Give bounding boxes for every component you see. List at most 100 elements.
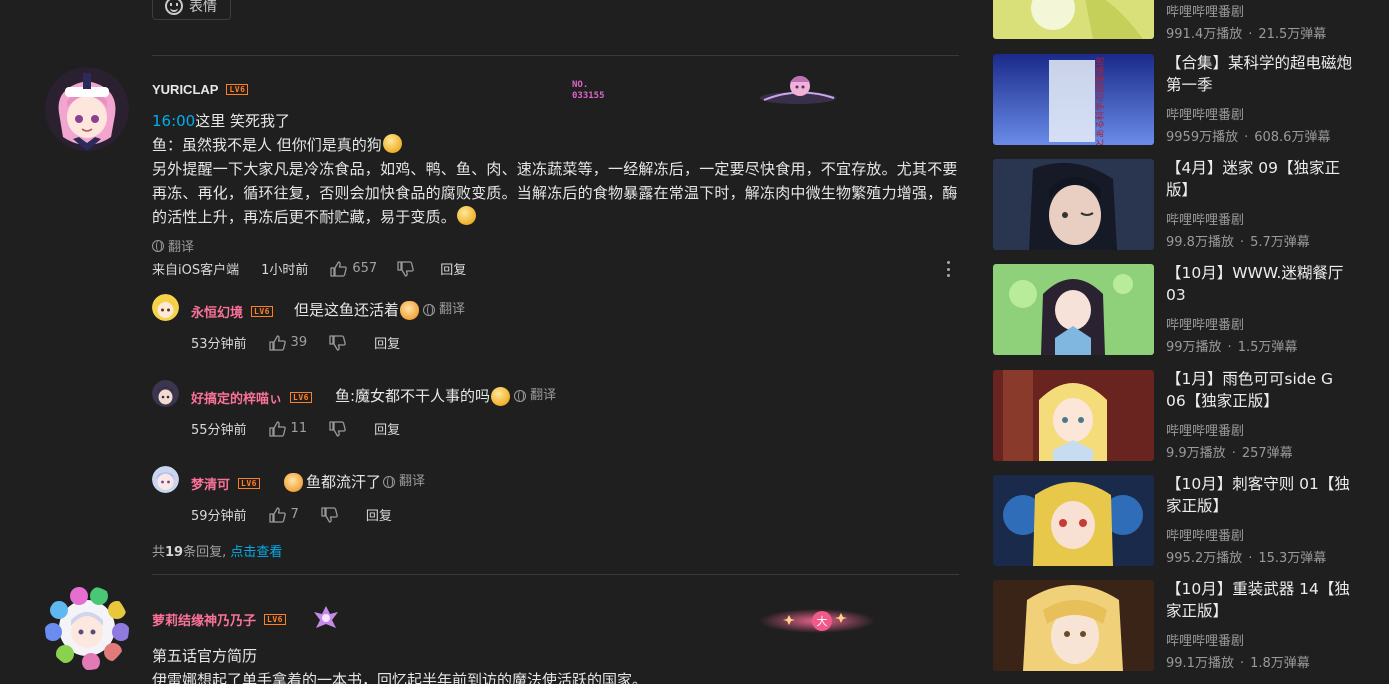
comment-meta: 来自iOS客户端 1小时前 657 回复: [152, 259, 466, 278]
fan-card-number: NO. 033155: [572, 80, 605, 101]
rec-video-item[interactable]: 【10月】重装武器 14【独家正版】 哔哩哔哩番剧 99.1万播放 · 1.8万弹幕: [993, 580, 1363, 672]
reply-button[interactable]: 回复: [374, 419, 400, 438]
level-badge: LV6: [290, 392, 312, 403]
video-owner[interactable]: 哔哩哔哩番剧: [1166, 630, 1244, 649]
level-badge: LV6: [226, 84, 249, 95]
video-stats: 9959万播放 · 608.6万弹幕: [1166, 130, 1331, 145]
like-button[interactable]: 7: [268, 506, 299, 523]
thumbs-up-icon: [268, 506, 286, 523]
video-title[interactable]: 【4月】迷家 09【独家正版】: [1166, 157, 1356, 201]
video-thumbnail[interactable]: [993, 159, 1154, 250]
video-title[interactable]: 【10月】刺客守则 01【独家正版】: [1166, 473, 1356, 517]
reply-content: 鱼都流汗了 翻译: [283, 470, 425, 494]
reply-avatar[interactable]: [152, 380, 179, 407]
dislike-button[interactable]: [329, 334, 346, 351]
like-button[interactable]: 39: [268, 334, 307, 351]
replies-summary: 共19条回复, 点击查看: [152, 545, 283, 560]
translate-button[interactable]: 翻译: [514, 384, 556, 408]
video-title[interactable]: 【10月】重装武器 14【独家正版】: [1166, 578, 1356, 622]
video-thumbnail[interactable]: [993, 0, 1154, 39]
rec-video-item[interactable]: とある科学の超電磁砲 【合集】某科学的超电磁炮 第一季 哔哩哔哩番剧 9959万…: [993, 54, 1363, 146]
video-title[interactable]: 【10月】WWW.迷糊餐厅 03: [1166, 262, 1356, 306]
thumbs-up-icon: [268, 334, 286, 351]
rec-video-item[interactable]: 【10月】WWW.迷糊餐厅 03 哔哩哔哩番剧 99万播放 · 1.5万弹幕: [993, 264, 1363, 356]
globe-icon: [514, 390, 527, 402]
reply-button[interactable]: 回复: [440, 259, 466, 278]
smirk-emoji-icon: [457, 206, 477, 225]
reply-content: 鱼:魔女都不干人事的吗 翻译: [335, 384, 556, 408]
video-stats: 991.4万播放 · 21.5万弹幕: [1166, 27, 1327, 42]
divider: [152, 574, 959, 575]
view-all-replies-link[interactable]: 点击查看: [230, 545, 282, 560]
cat-emoji-icon: [284, 472, 303, 492]
like-button[interactable]: 657: [330, 260, 378, 277]
video-stats: 9.9万播放 · 257弹幕: [1166, 446, 1293, 461]
reply-time: 53分钟前: [191, 337, 247, 352]
fan-card-decoration: [758, 72, 838, 106]
thumbs-down-icon: [397, 260, 414, 277]
video-owner[interactable]: 哔哩哔哩番剧: [1166, 1, 1244, 20]
video-owner[interactable]: 哔哩哔哩番剧: [1166, 420, 1244, 439]
reply-username[interactable]: 好搞定的梓喵ぃ: [191, 388, 282, 407]
reply-button[interactable]: 回复: [374, 333, 400, 352]
like-count: 11: [290, 421, 308, 436]
globe-icon: [383, 476, 396, 488]
thumbs-down-icon: [329, 420, 346, 437]
reply-username[interactable]: 永恒幻境: [191, 302, 243, 321]
video-stats: 99万播放 · 1.5万弹幕: [1166, 340, 1298, 355]
comment-username[interactable]: 萝莉结缘神乃乃子: [152, 610, 256, 629]
video-owner[interactable]: 哔哩哔哩番剧: [1166, 209, 1244, 228]
reply-avatar[interactable]: [152, 466, 179, 493]
video-timestamp-link[interactable]: 16:00: [152, 112, 195, 130]
fan-decoration: 大: [745, 607, 875, 635]
emoji-button[interactable]: 表情: [152, 0, 231, 20]
like-count: 657: [352, 261, 378, 276]
video-owner[interactable]: 哔哩哔哩番剧: [1166, 525, 1244, 544]
svg-text:大: 大: [817, 614, 828, 628]
video-owner[interactable]: 哔哩哔哩番剧: [1166, 314, 1244, 333]
divider: [152, 55, 959, 56]
video-title[interactable]: 【1月】雨色可可side G 06【独家正版】: [1166, 368, 1356, 412]
translate-button[interactable]: 翻译: [423, 298, 465, 322]
reply-meta: 53分钟前 39 回复: [191, 333, 400, 352]
like-button[interactable]: 11: [268, 420, 308, 437]
thumbs-up-icon: [268, 420, 286, 437]
like-count: 7: [290, 507, 299, 522]
video-title[interactable]: 【合集】某科学的超电磁炮 第一季: [1166, 52, 1356, 96]
reply-button[interactable]: 回复: [366, 505, 392, 524]
avatar[interactable]: [45, 586, 129, 670]
thumbs-down-icon: [321, 506, 338, 523]
rec-video-item[interactable]: 【4月】迷家 09【独家正版】 哔哩哔哩番剧 99.8万播放 · 5.7万弹幕: [993, 159, 1363, 251]
video-thumbnail[interactable]: とある科学の超電磁砲: [993, 54, 1154, 145]
video-stats: 995.2万播放 · 15.3万弹幕: [1166, 551, 1327, 566]
reply-meta: 55分钟前 11 回复: [191, 419, 400, 438]
video-thumbnail[interactable]: [993, 475, 1154, 566]
translate-button[interactable]: 翻译: [152, 236, 194, 255]
thumbs-down-icon: [329, 334, 346, 351]
comment-content: 第五话官方简历 伊雷娜想起了单手拿着的一本书，回忆起半年前到访的魔法使活跃的国家…: [152, 647, 648, 684]
video-thumbnail[interactable]: [993, 370, 1154, 461]
dislike-button[interactable]: [397, 260, 414, 277]
avatar[interactable]: [45, 67, 129, 151]
reply-username[interactable]: 梦清可: [191, 474, 230, 493]
video-stats: 99.8万播放 · 5.7万弹幕: [1166, 235, 1310, 250]
medal-badge-icon: [310, 604, 342, 632]
emoji-button-label: 表情: [189, 0, 217, 15]
video-thumbnail[interactable]: [993, 580, 1154, 671]
dislike-button[interactable]: [329, 420, 346, 437]
rec-video-item[interactable]: 哔哩哔哩番剧 991.4万播放 · 21.5万弹幕: [993, 0, 1363, 42]
comment-username[interactable]: YURICLAP: [152, 82, 218, 97]
smile-icon: [165, 0, 183, 15]
dislike-button[interactable]: [321, 506, 338, 523]
video-owner[interactable]: 哔哩哔哩番剧: [1166, 104, 1244, 123]
thumbs-up-icon: [330, 260, 348, 277]
translate-button[interactable]: 翻译: [383, 470, 425, 494]
level-badge: LV6: [238, 478, 260, 489]
rec-video-item[interactable]: 【10月】刺客守则 01【独家正版】 哔哩哔哩番剧 995.2万播放 · 15.3万…: [993, 475, 1363, 567]
globe-icon: [152, 239, 164, 252]
video-thumbnail[interactable]: [993, 264, 1154, 355]
more-options-icon[interactable]: [947, 261, 951, 277]
level-badge: LV6: [264, 614, 286, 625]
reply-avatar[interactable]: [152, 294, 179, 321]
rec-video-item[interactable]: 【1月】雨色可可side G 06【独家正版】 哔哩哔哩番剧 9.9万播放 · 25…: [993, 370, 1363, 462]
